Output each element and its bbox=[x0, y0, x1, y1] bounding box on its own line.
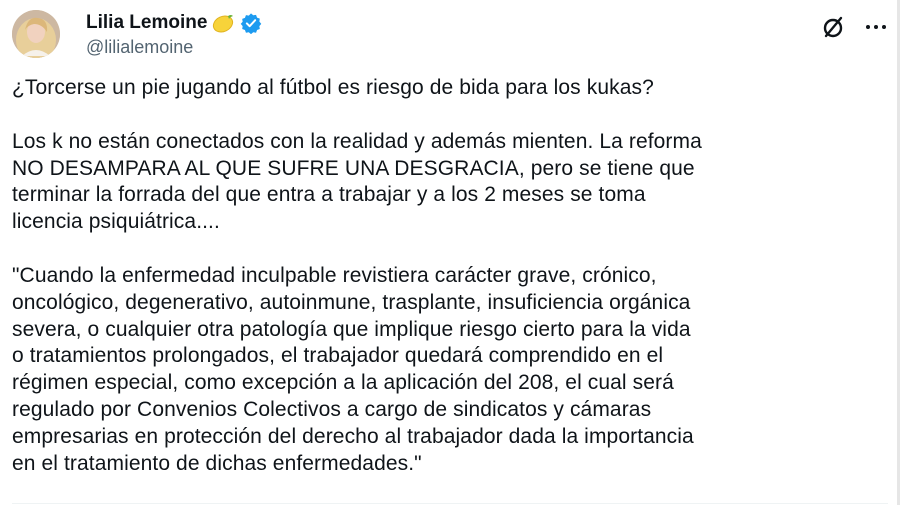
text-line: terminar la forrada del que entra a trab… bbox=[12, 183, 646, 207]
display-name[interactable]: Lilia Lemoine bbox=[86, 12, 207, 34]
user-handle[interactable]: @lilialemoine bbox=[86, 37, 193, 58]
tweet: Lilia Lemoine @lilialemoine ¿Torcerse un… bbox=[0, 0, 900, 505]
text-line: licencia psiquiátrica.... bbox=[12, 210, 220, 234]
text-line: empresarias en protección del derecho al… bbox=[12, 424, 694, 448]
text-line: oncológico, degenerativo, autoinmune, tr… bbox=[12, 290, 691, 314]
tweet-text: ¿Torcerse un pie jugando al fútbol es ri… bbox=[12, 75, 882, 477]
tweet-paragraph-2: Los k no están conectados con la realida… bbox=[12, 129, 882, 236]
more-dots-icon[interactable] bbox=[864, 22, 888, 32]
text-line: régimen especial, como excepción a la ap… bbox=[12, 371, 674, 395]
tweet-paragraph-1: ¿Torcerse un pie jugando al fútbol es ri… bbox=[12, 76, 654, 99]
header-actions bbox=[820, 14, 888, 40]
text-line: en el tratamiento de dichas enfermedades… bbox=[12, 451, 422, 475]
text-line: severa, o cualquier otra patología que i… bbox=[12, 317, 691, 341]
verified-badge-icon bbox=[240, 12, 262, 34]
text-line: Los k no están conectados con la realida… bbox=[12, 129, 702, 153]
grok-slash-icon[interactable] bbox=[820, 14, 846, 40]
text-line: NO DESAMPARA AL QUE SUFRE UNA DESGRACIA,… bbox=[12, 156, 695, 180]
name-row: Lilia Lemoine bbox=[86, 12, 262, 34]
lemon-icon bbox=[211, 13, 235, 33]
tweet-header: Lilia Lemoine @lilialemoine bbox=[12, 8, 888, 60]
text-line: o tratamientos prolongados, el trabajado… bbox=[12, 344, 664, 368]
avatar-image bbox=[12, 10, 60, 58]
text-line: regulado por Convenios Colectivos a carg… bbox=[12, 397, 652, 421]
divider bbox=[12, 503, 888, 504]
avatar[interactable] bbox=[12, 10, 60, 58]
tweet-paragraph-3: "Cuando la enfermedad inculpable revisti… bbox=[12, 263, 882, 477]
text-line: "Cuando la enfermedad inculpable revisti… bbox=[12, 263, 657, 287]
